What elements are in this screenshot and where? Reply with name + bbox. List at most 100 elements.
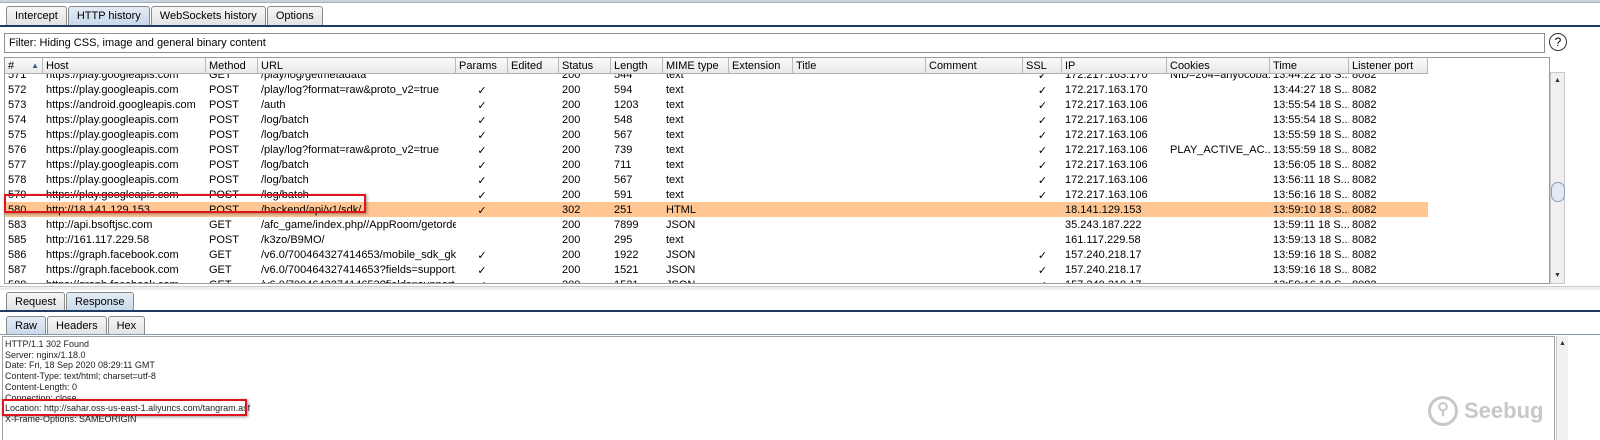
- cell-port: 8082: [1352, 144, 1377, 156]
- column-label: Listener port: [1352, 60, 1414, 72]
- column-header-mime-type[interactable]: MIME type: [663, 58, 729, 74]
- table-scrollbar[interactable]: ▲ ▼: [1550, 72, 1565, 284]
- cell-length: 1922: [614, 249, 639, 261]
- table-row[interactable]: 572 https://play.googleapis.com POST/play/…: [5, 82, 1428, 97]
- column-header-status[interactable]: Status: [559, 58, 611, 74]
- ssl-check-icon: ✓: [1023, 277, 1062, 283]
- cell-cookies: [1167, 82, 1270, 97]
- cell-empty: [926, 97, 1023, 112]
- cell-empty: [508, 247, 559, 262]
- message-tabs: Request Response: [6, 292, 135, 311]
- tab-request[interactable]: Request: [6, 292, 65, 311]
- cell-port: 8082: [1349, 277, 1428, 283]
- cell-length: 251: [614, 204, 633, 216]
- filter-bar[interactable]: Filter: Hiding CSS, image and general bi…: [4, 33, 1545, 53]
- params-check-icon: ✓: [477, 130, 487, 142]
- column-header-ssl[interactable]: SSL: [1023, 58, 1062, 74]
- column-header-edited[interactable]: Edited: [508, 58, 559, 74]
- tab-raw[interactable]: Raw: [6, 316, 47, 335]
- cell-status: 200: [562, 129, 581, 141]
- pane-splitter[interactable]: [0, 286, 1600, 290]
- cell-length: 711: [614, 159, 632, 171]
- response-line: Server: nginx/1.18.0: [5, 349, 86, 360]
- params-check-icon: ✓: [477, 160, 487, 172]
- table-row[interactable]: 585 http://161.117.229.58 POST/k3zo/B9MO/2…: [5, 232, 1428, 247]
- column-header-comment[interactable]: Comment: [926, 58, 1023, 74]
- help-icon[interactable]: ?: [1549, 33, 1567, 51]
- tab-websockets-history[interactable]: WebSockets history: [150, 6, 266, 25]
- column-header-host[interactable]: Host: [43, 58, 206, 74]
- cell-empty: [926, 82, 1023, 97]
- column-header-method[interactable]: Method: [206, 58, 258, 74]
- response-scrollbar[interactable]: ▲: [1556, 336, 1568, 440]
- cell-time: 13:59:10 18 S...: [1273, 204, 1349, 216]
- cell-host: http://api.bsoftjsc.com: [46, 219, 153, 231]
- cell-id: 585: [8, 234, 27, 246]
- tab-http-history[interactable]: HTTP history: [67, 6, 150, 25]
- column-header-params[interactable]: Params: [456, 58, 508, 74]
- cell-id: 573: [8, 99, 27, 111]
- cell-mime: text: [666, 159, 684, 171]
- scroll-down-icon[interactable]: ▼: [1551, 270, 1564, 282]
- table-row[interactable]: 586 https://graph.facebook.com GET/v6.0/70…: [5, 247, 1428, 262]
- column-header-time[interactable]: Time: [1270, 58, 1349, 74]
- cell-time: 13:55:59 18 S...: [1273, 129, 1349, 141]
- cell-ip: 157.240.218.17: [1062, 277, 1167, 283]
- cell-ip: 157.240.218.17: [1065, 264, 1142, 276]
- column-label: IP: [1065, 60, 1076, 72]
- table-row[interactable]: 578 https://play.googleapis.com POST/log/b…: [5, 172, 1428, 187]
- cell-empty: [793, 97, 926, 112]
- cell-time: 13:55:54 18 S...: [1273, 114, 1349, 126]
- scroll-up-icon[interactable]: ▲: [1557, 338, 1568, 350]
- table-row[interactable]: 576 https://play.googleapis.com POST/play/…: [5, 142, 1428, 157]
- table-row[interactable]: 583 http://api.bsoftjsc.com GET/afc_game/i…: [5, 217, 1428, 232]
- params-check-icon: ✓: [477, 85, 487, 97]
- cell-host: https://play.googleapis.com: [46, 159, 179, 171]
- table-header: # ▲ Host Method URL Params Edited Status Length M…: [5, 58, 1428, 74]
- column-header-ip[interactable]: IP: [1062, 58, 1167, 74]
- response-raw-text[interactable]: HTTP/1.1 302 Found Server: nginx/1.18.0 Da…: [2, 336, 1555, 440]
- column-label: Comment: [929, 60, 977, 72]
- cell-cookies: [1167, 217, 1270, 232]
- cell-empty: [508, 157, 559, 172]
- cell-url: /k3zo/B9MO/: [261, 234, 325, 246]
- cell-empty: [793, 157, 926, 172]
- scroll-up-icon[interactable]: ▲: [1551, 75, 1564, 87]
- column-header-number[interactable]: # ▲: [5, 58, 43, 74]
- column-label: Title: [796, 60, 817, 72]
- scroll-thumb[interactable]: [1551, 182, 1565, 202]
- column-header-title[interactable]: Title: [793, 58, 926, 74]
- tab-hex[interactable]: Hex: [107, 316, 146, 335]
- cell-status: 200: [562, 219, 581, 231]
- tab-options[interactable]: Options: [266, 6, 323, 25]
- table-row[interactable]: 575 https://play.googleapis.com POST/log/b…: [5, 127, 1428, 142]
- ssl-check-icon: ✓: [1037, 130, 1048, 142]
- table-row[interactable]: 587 https://graph.facebook.com GET/v6.0/70…: [5, 262, 1428, 277]
- table-row[interactable]: 574 https://play.googleapis.com POST/log/b…: [5, 112, 1428, 127]
- cell-ip: 172.217.163.170: [1065, 84, 1148, 96]
- tab-headers[interactable]: Headers: [47, 316, 107, 335]
- tab-response[interactable]: Response: [65, 292, 134, 311]
- cell-empty: [729, 97, 793, 112]
- ssl-check-icon: ✓: [1037, 115, 1048, 127]
- column-header-url[interactable]: URL: [258, 58, 456, 74]
- table-row[interactable]: 588https://graph.facebook.comGET/v6.0/70…: [5, 277, 1428, 283]
- column-header-listener-port[interactable]: Listener port: [1349, 58, 1428, 74]
- cell-empty: [729, 127, 793, 142]
- cell-url: /play/log?format=raw&proto_v2=true: [261, 84, 439, 96]
- column-label: Time: [1273, 60, 1298, 72]
- column-header-length[interactable]: Length: [611, 58, 663, 74]
- cell-cookies: [1167, 262, 1270, 277]
- cell-status: 200: [559, 277, 611, 283]
- cell-time: 13:59:16 18 S...: [1270, 277, 1349, 283]
- table-row[interactable]: 573 https://android.googleapis.com POST/au…: [5, 97, 1428, 112]
- cell-cookies: [1167, 187, 1270, 202]
- column-label: Extension: [732, 60, 781, 72]
- column-header-cookies[interactable]: Cookies: [1167, 58, 1270, 74]
- column-header-extension[interactable]: Extension: [729, 58, 793, 74]
- cell-empty: [729, 142, 793, 157]
- tab-intercept[interactable]: Intercept: [6, 6, 67, 25]
- cell-port: 8082: [1352, 84, 1377, 96]
- cell-ip: 172.217.163.106: [1065, 159, 1148, 171]
- table-row[interactable]: 577 https://play.googleapis.com POST/log/b…: [5, 157, 1428, 172]
